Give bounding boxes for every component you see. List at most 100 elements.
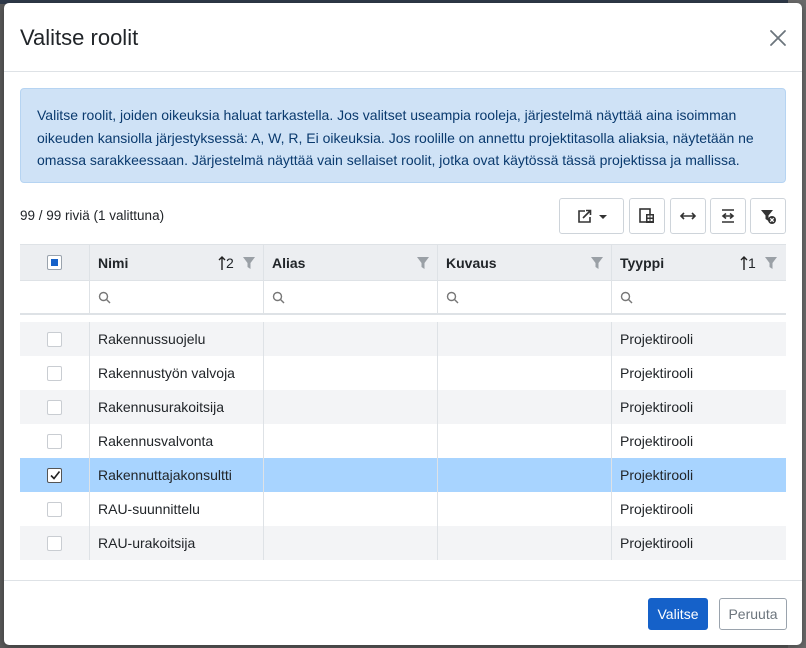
filter-icon[interactable] <box>416 256 430 270</box>
cell-text-name: Rakennustyön valvoja <box>98 365 235 381</box>
cell-name: Rakennustyön valvoja <box>90 356 264 390</box>
cell-type: Projektirooli <box>612 322 786 356</box>
close-icon <box>770 30 786 46</box>
column-header-description[interactable]: Kuvaus <box>438 245 612 280</box>
cell-description <box>438 424 612 458</box>
cell-alias <box>264 458 438 492</box>
cell-text-type: Projektirooli <box>620 399 694 415</box>
row-select-cell <box>20 492 90 526</box>
row-select-cell <box>20 390 90 424</box>
fit-width-button[interactable] <box>670 198 706 234</box>
select-all-checkbox[interactable] <box>47 255 62 270</box>
cell-description <box>438 322 612 356</box>
export-icon <box>577 209 607 223</box>
table-row[interactable]: Rakennusvalvonta Projektirooli <box>20 424 786 458</box>
clear-filters-button[interactable] <box>750 198 786 234</box>
cell-alias <box>264 492 438 526</box>
row-checkbox[interactable] <box>47 399 62 415</box>
roles-grid: Nimi 2 Alias Kuvaus Tyyppi 1 Rakennussuo… <box>20 244 786 564</box>
cell-name: Rakennusurakoitsija <box>90 390 264 424</box>
sort-asc-icon <box>740 256 748 270</box>
wrap-text-icon <box>721 209 735 223</box>
row-checkbox[interactable] <box>47 501 62 517</box>
checkmark-icon <box>49 471 60 480</box>
cell-description <box>438 526 612 560</box>
cell-text-name: Rakennusurakoitsija <box>98 399 225 415</box>
row-checkbox[interactable] <box>47 331 62 347</box>
filter-input-description[interactable] <box>438 281 612 313</box>
cell-text-type: Projektirooli <box>620 331 694 347</box>
cell-text-type: Projektirooli <box>620 365 694 381</box>
row-checkbox[interactable] <box>47 467 62 483</box>
cell-name: Rakennuttajakonsultti <box>90 458 264 492</box>
filter-input-alias[interactable] <box>264 281 438 313</box>
row-checkbox[interactable] <box>47 535 62 551</box>
cell-description <box>438 390 612 424</box>
column-label-type: Tyyppi <box>620 254 665 271</box>
column-chooser-icon <box>639 208 654 223</box>
cell-text-name: Rakennuttajakonsultti <box>98 467 232 483</box>
cell-text-name: Rakennussuojelu <box>98 331 206 347</box>
row-checkbox[interactable] <box>47 433 62 449</box>
cell-alias <box>264 322 438 356</box>
table-row[interactable]: Rakennustyön valvoja Projektirooli <box>20 356 786 390</box>
cell-text-type: Projektirooli <box>620 501 694 517</box>
indeterminate-mark <box>51 259 58 266</box>
info-text: Valitse roolit, joiden oikeuksia haluat … <box>37 107 754 168</box>
wrap-text-button[interactable] <box>710 198 746 234</box>
table-row[interactable]: Rakennussuojelu Projektirooli <box>20 322 786 356</box>
table-row[interactable]: RAU-urakoitsija Projektirooli <box>20 526 786 560</box>
cell-type: Projektirooli <box>612 492 786 526</box>
clear-filter-icon <box>761 210 776 224</box>
info-message: Valitse roolit, joiden oikeuksia haluat … <box>20 88 786 183</box>
cell-type: Projektirooli <box>612 526 786 560</box>
cell-name: Rakennusvalvonta <box>90 424 264 458</box>
cell-type: Projektirooli <box>612 356 786 390</box>
cell-text-name: Rakennusvalvonta <box>98 433 214 449</box>
search-icon <box>272 291 285 303</box>
cell-description <box>438 458 612 492</box>
column-header-name[interactable]: Nimi 2 <box>90 245 264 280</box>
column-header-type[interactable]: Tyyppi 1 <box>612 245 786 280</box>
sort-order-name: 2 <box>226 255 234 271</box>
filter-icon[interactable] <box>590 256 604 270</box>
table-row[interactable]: Rakennuttajakonsultti Projektirooli <box>20 458 786 492</box>
filter-icon[interactable] <box>242 256 256 270</box>
filter-icon[interactable] <box>764 256 778 270</box>
cell-name: RAU-suunnittelu <box>90 492 264 526</box>
filter-input-name[interactable] <box>90 281 264 313</box>
close-button[interactable] <box>767 27 789 49</box>
column-header-alias[interactable]: Alias <box>264 245 438 280</box>
grid-header-row: Nimi 2 Alias Kuvaus Tyyppi 1 <box>20 245 786 281</box>
sort-indicator-name: 2 <box>218 255 234 271</box>
column-chooser-button[interactable] <box>629 198 665 234</box>
cell-description <box>438 492 612 526</box>
column-label-alias: Alias <box>272 254 306 271</box>
sort-indicator-type: 1 <box>740 255 756 271</box>
column-label-description: Kuvaus <box>446 254 497 271</box>
table-row[interactable]: RAU-suunnittelu Projektirooli <box>20 492 786 526</box>
select-all-cell <box>20 245 90 280</box>
confirm-button[interactable]: Valitse <box>648 598 708 630</box>
row-checkbox[interactable] <box>47 365 62 381</box>
cell-type: Projektirooli <box>612 458 786 492</box>
row-select-cell <box>20 424 90 458</box>
export-button[interactable] <box>559 198 624 234</box>
cell-type: Projektirooli <box>612 390 786 424</box>
dialog-header: Valitse roolit <box>4 3 802 72</box>
filter-cell-select <box>20 281 90 313</box>
filter-input-type[interactable] <box>612 281 786 313</box>
grid-toolbar <box>4 198 802 234</box>
cell-name: RAU-urakoitsija <box>90 526 264 560</box>
cell-text-type: Projektirooli <box>620 467 694 483</box>
cell-alias <box>264 390 438 424</box>
cell-text-name: RAU-urakoitsija <box>98 535 196 551</box>
row-select-cell <box>20 322 90 356</box>
sort-asc-icon <box>218 256 226 270</box>
cancel-button[interactable]: Peruuta <box>719 598 787 630</box>
dialog-title: Valitse roolit <box>20 25 139 50</box>
cell-text-type: Projektirooli <box>620 535 694 551</box>
cell-description <box>438 356 612 390</box>
table-row[interactable]: Rakennusurakoitsija Projektirooli <box>20 390 786 424</box>
cell-text-name: RAU-suunnittelu <box>98 501 200 517</box>
